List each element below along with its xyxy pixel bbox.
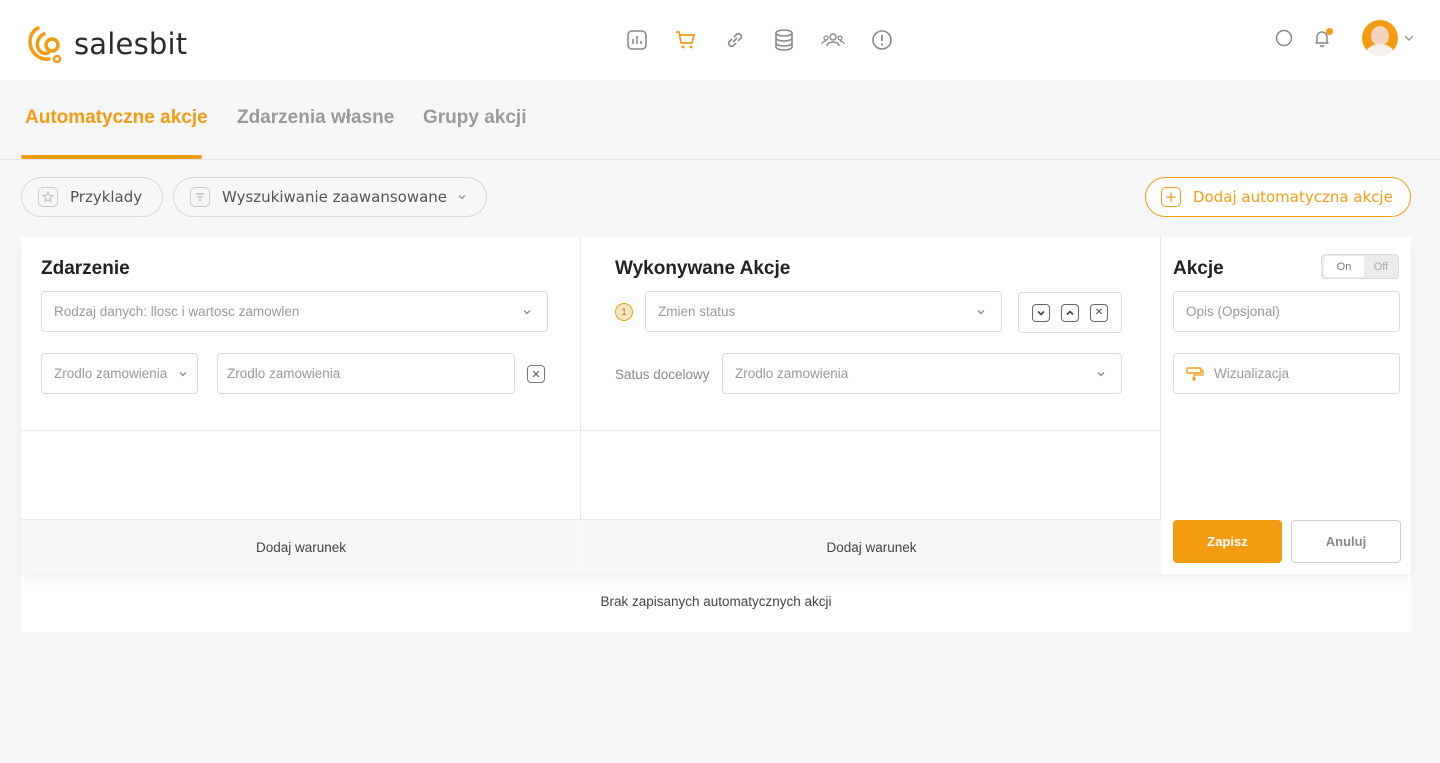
- add-condition-button[interactable]: Dodaj warunek: [21, 519, 581, 574]
- chevron-down-icon: [1097, 372, 1105, 377]
- cancel-button[interactable]: Anuluj: [1291, 520, 1401, 563]
- tab-action-groups[interactable]: Grupy akcji: [423, 107, 527, 129]
- actions-panel: Wykonywane Akcje 1 Zmien status ✕ Satus …: [582, 237, 1161, 574]
- chevron-down-icon: [179, 372, 187, 377]
- actions-title: Wykonywane Akcje: [615, 258, 791, 279]
- cart-icon[interactable]: [673, 27, 699, 53]
- action-controls: ✕: [1018, 292, 1122, 333]
- header-actions: [1272, 20, 1416, 56]
- event-title: Zdarzenie: [41, 258, 130, 279]
- divider: [582, 430, 1161, 431]
- order-source-select[interactable]: Zrodlo zamowienia: [41, 353, 198, 394]
- avatar[interactable]: [1362, 20, 1398, 56]
- main-nav: [624, 27, 918, 53]
- chevron-down-icon: [458, 195, 466, 200]
- search-icon[interactable]: [1272, 26, 1296, 50]
- bar-chart-icon[interactable]: [624, 27, 650, 53]
- logo-icon: [28, 26, 62, 64]
- examples-button[interactable]: Przyklady: [21, 177, 163, 217]
- link-icon[interactable]: [722, 27, 748, 53]
- alert-icon[interactable]: [869, 27, 895, 53]
- chevron-down-icon: [523, 310, 531, 315]
- notification-dot: [1326, 28, 1333, 35]
- order-source-select-placeholder: Zrodlo zamowienia: [54, 366, 168, 381]
- database-icon[interactable]: [771, 27, 797, 53]
- step-number-badge: 1: [615, 303, 633, 321]
- logo-text: salesbit: [74, 27, 188, 61]
- bell-icon[interactable]: [1310, 26, 1334, 50]
- on-off-toggle[interactable]: On Off: [1321, 254, 1399, 279]
- users-icon[interactable]: [820, 27, 846, 53]
- target-status-placeholder: Zrodlo zamowienia: [735, 366, 849, 381]
- tab-custom-events[interactable]: Zdarzenia własne: [237, 107, 394, 129]
- tabs-bar: Automatyczne akcje Zdarzenia własne Grup…: [0, 80, 1440, 160]
- side-panel: Akcje On Off Opis (Opsjonal) Wizualizacj…: [1161, 237, 1411, 574]
- filter-icon: [190, 187, 210, 207]
- move-up-button[interactable]: [1061, 303, 1079, 322]
- change-status-select[interactable]: Zmien status: [645, 291, 1002, 332]
- add-condition-button[interactable]: Dodaj warunek: [582, 519, 1161, 574]
- paint-roller-icon: [1186, 366, 1204, 380]
- add-automatic-action-button[interactable]: + Dodaj automatyczna akcje: [1145, 177, 1411, 217]
- visualization-field[interactable]: Wizualizacja: [1173, 353, 1400, 394]
- target-status-label: Satus docelowy: [615, 367, 710, 382]
- visualization-label: Wizualizacja: [1214, 366, 1290, 381]
- add-action-label: Dodaj automatyczna akcje: [1193, 188, 1393, 206]
- automatic-action-card: Zdarzenie Rodzaj danych: llosc i wartosc…: [21, 237, 1411, 632]
- order-source-input[interactable]: Zrodlo zamowienia: [217, 353, 515, 394]
- save-button[interactable]: Zapisz: [1173, 520, 1282, 563]
- advanced-search-label: Wyszukiwanie zaawansowane: [222, 188, 448, 206]
- target-status-select[interactable]: Zrodlo zamowienia: [722, 353, 1122, 394]
- chevron-down-icon: [977, 310, 985, 315]
- remove-action-button[interactable]: ✕: [1090, 303, 1108, 322]
- examples-label: Przyklady: [70, 188, 143, 206]
- tab-automatic-actions[interactable]: Automatyczne akcje: [25, 107, 208, 129]
- top-header: salesbit: [0, 0, 1440, 80]
- chevron-up-icon: [1066, 309, 1074, 315]
- order-source-input-placeholder: Zrodlo zamowienia: [227, 366, 341, 381]
- side-title: Akcje: [1173, 258, 1224, 279]
- description-input[interactable]: Opis (Opsjonal): [1173, 291, 1400, 332]
- toggle-on[interactable]: On: [1324, 256, 1364, 277]
- event-panel: Zdarzenie Rodzaj danych: llosc i wartosc…: [21, 237, 581, 574]
- move-down-button[interactable]: [1032, 303, 1050, 322]
- chevron-down-icon[interactable]: [1402, 31, 1416, 45]
- plus-icon: +: [1161, 187, 1181, 207]
- advanced-search-button[interactable]: Wyszukiwanie zaawansowane: [173, 177, 487, 217]
- chevron-down-icon: [1037, 310, 1045, 316]
- data-type-placeholder: Rodzaj danych: llosc i wartosc zamowlen: [54, 304, 300, 319]
- data-type-select[interactable]: Rodzaj danych: llosc i wartosc zamowlen: [41, 291, 548, 332]
- logo[interactable]: salesbit: [24, 22, 187, 66]
- empty-state-message: Brak zapisanych automatycznych akcji: [600, 594, 832, 609]
- toggle-off[interactable]: Off: [1364, 261, 1398, 273]
- change-status-placeholder: Zmien status: [658, 304, 736, 319]
- description-placeholder: Opis (Opsjonal): [1186, 304, 1280, 319]
- divider: [21, 430, 581, 431]
- active-tab-indicator: [21, 155, 202, 159]
- remove-condition-button[interactable]: ✕: [527, 365, 545, 383]
- star-icon: [38, 187, 58, 207]
